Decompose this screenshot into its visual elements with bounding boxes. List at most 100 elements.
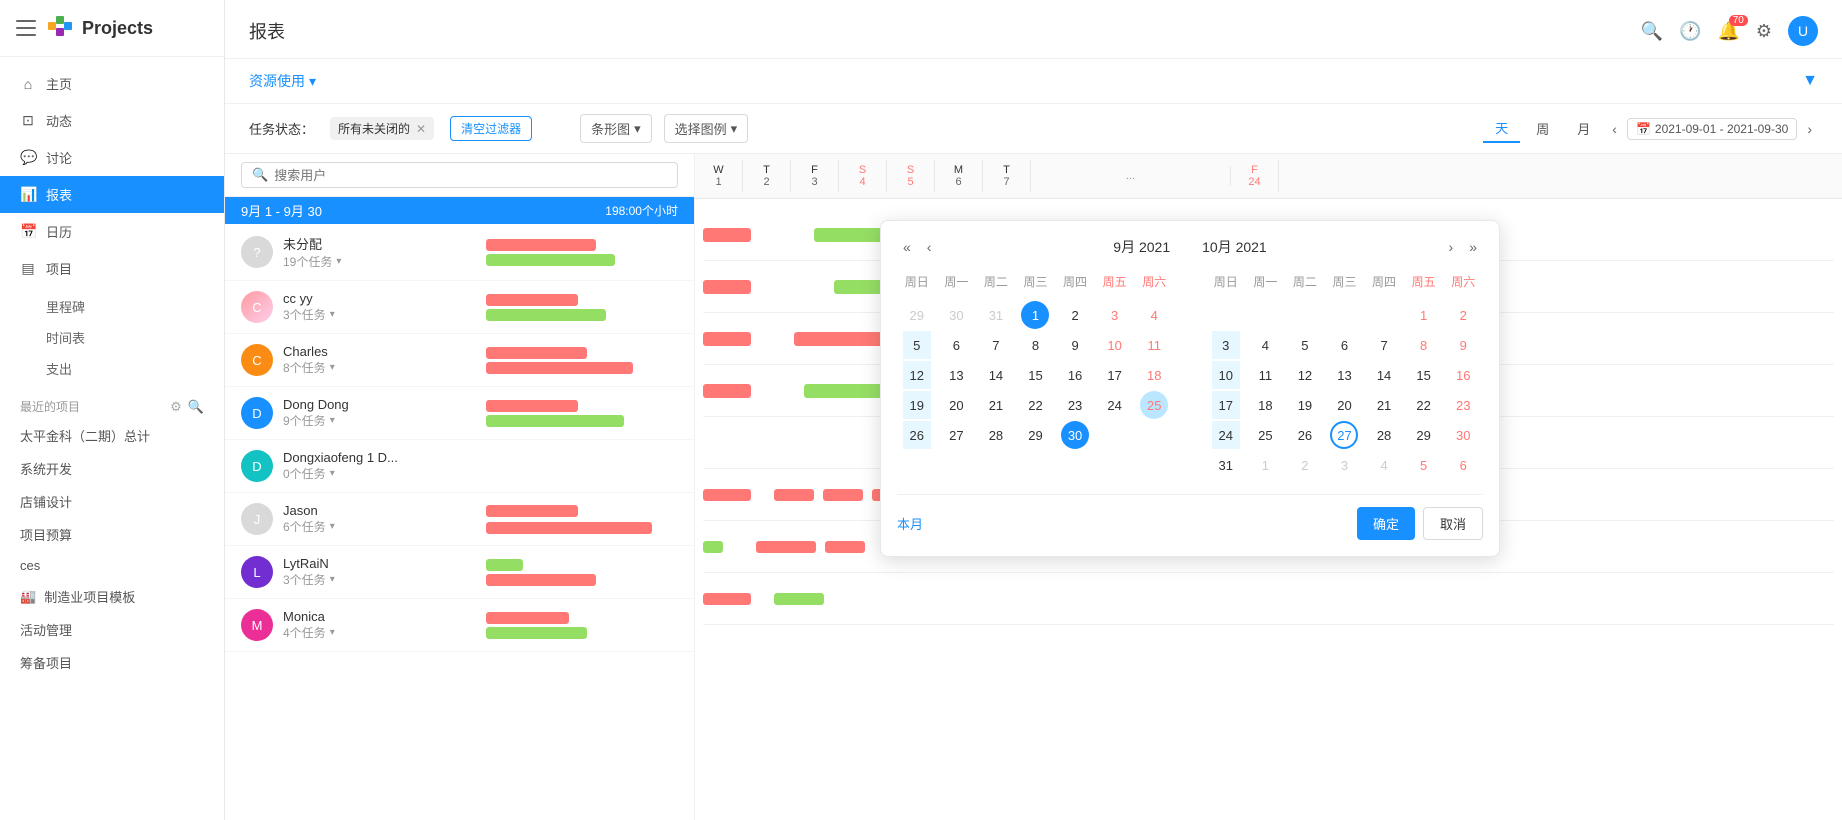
cal-day-sep19[interactable]: 19: [903, 391, 931, 419]
cal-day-oct2[interactable]: 2: [1449, 301, 1477, 329]
cal-day-oct18[interactable]: 18: [1251, 391, 1279, 419]
sidebar-item-discuss[interactable]: 💬 讨论: [0, 139, 224, 176]
cal-day-sep18[interactable]: 18: [1140, 361, 1168, 389]
cal-day-sep10[interactable]: 10: [1101, 331, 1129, 359]
cal-day-sep2[interactable]: 2: [1061, 301, 1089, 329]
cal-day-oct27[interactable]: 27: [1330, 421, 1358, 449]
cal-day-oct9[interactable]: 9: [1449, 331, 1477, 359]
cal-day-oct4[interactable]: 4: [1251, 331, 1279, 359]
cal-day-sep23[interactable]: 23: [1061, 391, 1089, 419]
user-tasks-dongxiaofeng[interactable]: 0个任务 ▾: [283, 465, 468, 482]
cal-day-nov6[interactable]: 6: [1449, 451, 1477, 479]
filter-btn[interactable]: ▼: [1802, 72, 1818, 90]
resource-usage-btn[interactable]: 资源使用 ▾: [249, 71, 316, 91]
cal-day-sep25[interactable]: 25: [1140, 391, 1168, 419]
cal-day-oct24[interactable]: 24: [1212, 421, 1240, 449]
status-tag-close[interactable]: ✕: [416, 122, 426, 136]
cal-day-sep24[interactable]: 24: [1101, 391, 1129, 419]
user-tasks-unassigned[interactable]: 19个任务 ▾: [283, 253, 468, 270]
cal-day-oct26[interactable]: 26: [1291, 421, 1319, 449]
cal-day-sep12[interactable]: 12: [903, 361, 931, 389]
cal-day-nov2[interactable]: 2: [1291, 451, 1319, 479]
cal-day-oct21[interactable]: 21: [1370, 391, 1398, 419]
cal-day-oct28[interactable]: 28: [1370, 421, 1398, 449]
cal-day-sep3[interactable]: 3: [1101, 301, 1129, 329]
cal-day-oct25[interactable]: 25: [1251, 421, 1279, 449]
cal-day-oct30[interactable]: 30: [1449, 421, 1477, 449]
cal-day-oct23[interactable]: 23: [1449, 391, 1477, 419]
search-section-icon[interactable]: 🔍: [188, 399, 204, 415]
sidebar-item-home[interactable]: ⌂ 主页: [0, 65, 224, 102]
cal-day-aug31[interactable]: 31: [982, 301, 1010, 329]
cal-day-oct20[interactable]: 20: [1330, 391, 1358, 419]
project-system[interactable]: 系统开发: [0, 452, 224, 485]
cal-day-sep13[interactable]: 13: [942, 361, 970, 389]
cal-day-oct11[interactable]: 11: [1251, 361, 1279, 389]
sidebar-item-manufacturing[interactable]: 🏭 制造业项目模板: [0, 580, 224, 613]
filter-section-icon[interactable]: ⚙: [170, 399, 182, 415]
cal-day-sep9[interactable]: 9: [1061, 331, 1089, 359]
user-tasks-monica[interactable]: 4个任务 ▾: [283, 624, 468, 641]
notification-icon[interactable]: 🔔 70: [1717, 21, 1739, 42]
sub-nav-milestones[interactable]: 里程碑: [36, 291, 224, 322]
settings-icon[interactable]: ⚙: [1756, 21, 1772, 42]
cal-day-sep22[interactable]: 22: [1021, 391, 1049, 419]
cal-day-sep8[interactable]: 8: [1021, 331, 1049, 359]
sidebar-item-calendar[interactable]: 📅 日历: [0, 213, 224, 250]
cal-day-sep28[interactable]: 28: [982, 421, 1010, 449]
date-next-btn[interactable]: ›: [1801, 119, 1818, 139]
cal-day-oct15[interactable]: 15: [1410, 361, 1438, 389]
cal-day-oct29[interactable]: 29: [1410, 421, 1438, 449]
cal-day-sep1[interactable]: 1: [1021, 301, 1049, 329]
clock-icon[interactable]: 🕐: [1679, 21, 1701, 42]
cal-next-btn[interactable]: ›: [1443, 237, 1460, 257]
cal-cancel-btn[interactable]: 取消: [1423, 507, 1483, 540]
cal-day-sep30[interactable]: 30: [1061, 421, 1089, 449]
sidebar-item-budget-project[interactable]: 筹备项目: [0, 646, 224, 679]
cal-this-month-btn[interactable]: 本月: [897, 514, 923, 533]
cal-day-aug29[interactable]: 29: [903, 301, 931, 329]
user-avatar-header[interactable]: U: [1788, 16, 1818, 46]
cal-day-oct31[interactable]: 31: [1212, 451, 1240, 479]
cal-day-sep4[interactable]: 4: [1140, 301, 1168, 329]
sub-nav-expenses[interactable]: 支出: [36, 353, 224, 384]
cal-day-oct10[interactable]: 10: [1212, 361, 1240, 389]
project-taiping[interactable]: 太平金科（二期）总计: [0, 419, 224, 452]
cal-day-oct22[interactable]: 22: [1410, 391, 1438, 419]
cal-next-next-btn[interactable]: »: [1463, 237, 1483, 257]
chart-type-dropdown[interactable]: 条形图 ▾: [580, 114, 652, 143]
cal-confirm-btn[interactable]: 确定: [1357, 507, 1415, 540]
cal-day-sep21[interactable]: 21: [982, 391, 1010, 419]
view-tab-day[interactable]: 天: [1483, 114, 1520, 143]
view-tab-month[interactable]: 月: [1565, 115, 1602, 142]
cal-day-oct12[interactable]: 12: [1291, 361, 1319, 389]
user-tasks-dong-dong[interactable]: 9个任务 ▾: [283, 412, 468, 429]
cal-day-sep7[interactable]: 7: [982, 331, 1010, 359]
user-tasks-jason[interactable]: 6个任务 ▾: [283, 518, 468, 535]
clear-filter-button[interactable]: 清空过滤器: [450, 116, 532, 141]
cal-day-sep11[interactable]: 11: [1140, 331, 1168, 359]
user-tasks-lytrainn[interactable]: 3个任务 ▾: [283, 571, 468, 588]
cal-day-oct13[interactable]: 13: [1330, 361, 1358, 389]
sub-nav-timesheet[interactable]: 时间表: [36, 322, 224, 353]
cal-prev-btn[interactable]: ‹: [921, 237, 938, 257]
cal-day-oct7[interactable]: 7: [1370, 331, 1398, 359]
cal-day-oct19[interactable]: 19: [1291, 391, 1319, 419]
cal-day-sep16[interactable]: 16: [1061, 361, 1089, 389]
cal-day-oct5[interactable]: 5: [1291, 331, 1319, 359]
cal-day-oct1[interactable]: 1: [1410, 301, 1438, 329]
cal-day-sep17[interactable]: 17: [1101, 361, 1129, 389]
project-ces[interactable]: ces: [0, 551, 224, 580]
cal-day-aug30[interactable]: 30: [942, 301, 970, 329]
cal-day-nov1[interactable]: 1: [1251, 451, 1279, 479]
cal-day-sep29[interactable]: 29: [1021, 421, 1049, 449]
user-tasks-cc-yy[interactable]: 3个任务 ▾: [283, 306, 468, 323]
date-prev-btn[interactable]: ‹: [1606, 119, 1623, 139]
view-tab-week[interactable]: 周: [1524, 115, 1561, 142]
cal-day-nov3[interactable]: 3: [1330, 451, 1358, 479]
user-search-input[interactable]: [274, 168, 667, 183]
cal-day-oct16[interactable]: 16: [1449, 361, 1477, 389]
sidebar-item-reports[interactable]: 📊 报表: [0, 176, 224, 213]
cal-day-sep27[interactable]: 27: [942, 421, 970, 449]
user-tasks-charles[interactable]: 8个任务 ▾: [283, 359, 468, 376]
